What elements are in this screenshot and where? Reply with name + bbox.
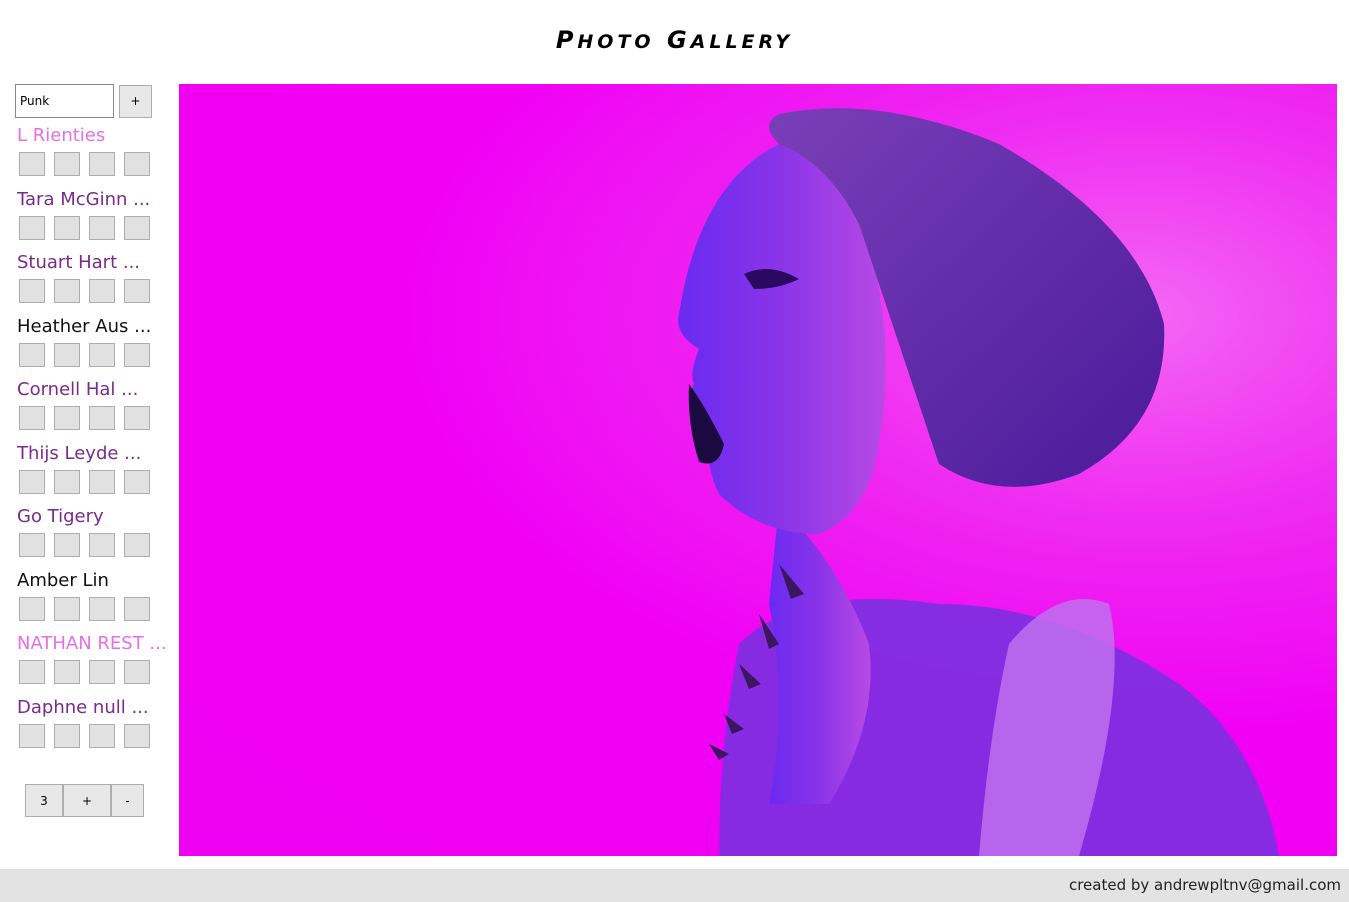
thumbnail-button[interactable] (124, 342, 150, 367)
thumbnail-row (15, 152, 165, 176)
thumbnail-button[interactable] (54, 406, 80, 430)
author-name-link[interactable]: NATHAN REST ... (15, 632, 167, 660)
thumbnail-row (15, 469, 165, 494)
thumbnail-button[interactable] (124, 279, 150, 303)
author-name-link[interactable]: Daphne null ... (15, 696, 165, 724)
author-item: Cornell Hal ... (15, 378, 165, 442)
title-rest-1: HOTO (577, 31, 655, 53)
thumbnail-button[interactable] (89, 406, 115, 430)
author-item: Daphne null ... (15, 696, 165, 760)
thumbnail-button[interactable] (54, 279, 80, 303)
thumbnail-button[interactable] (124, 596, 150, 621)
thumbnail-button[interactable] (19, 469, 45, 494)
sidebar: + L Rienties Tara McGinn ... Stuart Hart .… (15, 84, 167, 760)
thumbnail-button[interactable] (54, 152, 80, 176)
author-name-link[interactable]: Heather Aus ... (15, 315, 165, 343)
author-item: NATHAN REST ... (15, 632, 167, 696)
search-row: + (15, 84, 165, 118)
add-search-button[interactable]: + (119, 84, 152, 118)
author-item: Amber Lin (15, 569, 165, 633)
author-item: Thijs Leyde ... (15, 442, 165, 506)
thumbnail-button[interactable] (124, 152, 150, 176)
thumbnail-button[interactable] (19, 342, 45, 367)
author-name-link[interactable]: Thijs Leyde ... (15, 442, 165, 470)
thumbnail-button[interactable] (19, 215, 45, 240)
author-name-link[interactable]: Amber Lin (15, 569, 165, 597)
author-name-link[interactable]: Stuart Hart ... (15, 251, 165, 279)
thumbnail-button[interactable] (54, 469, 80, 494)
thumbnail-button[interactable] (19, 406, 45, 430)
title-initial-1: P (555, 26, 578, 54)
thumbnail-button[interactable] (89, 660, 115, 684)
thumbnail-button[interactable] (124, 406, 150, 430)
author-item: Go Tigery (15, 505, 165, 569)
thumbnail-button[interactable] (124, 215, 150, 240)
author-name-link[interactable]: Cornell Hal ... (15, 378, 165, 406)
title-initial-2: G (666, 26, 691, 54)
thumbnail-row (15, 723, 165, 748)
search-input[interactable] (15, 84, 114, 118)
author-name-link[interactable]: L Rienties (15, 124, 165, 152)
author-list: L Rienties Tara McGinn ... Stuart Hart ...… (15, 124, 167, 760)
thumbnail-button[interactable] (89, 279, 115, 303)
thumbnail-row (15, 342, 165, 367)
thumbnail-button[interactable] (19, 723, 45, 748)
author-item: L Rienties (15, 124, 165, 188)
thumbnail-button[interactable] (19, 279, 45, 303)
thumbnail-button[interactable] (54, 342, 80, 367)
footer: created by andrewpltnv@gmail.com (0, 869, 1349, 902)
thumbnail-button[interactable] (89, 533, 115, 557)
thumbnail-row (15, 596, 165, 621)
thumbnail-button[interactable] (54, 660, 80, 684)
page-title: PHOTO GALLERY (0, 26, 1349, 54)
page-next-button[interactable]: + (63, 784, 111, 817)
thumbnail-button[interactable] (89, 596, 115, 621)
author-item: Tara McGinn ... (15, 188, 165, 252)
thumbnail-button[interactable] (124, 533, 150, 557)
thumbnail-button[interactable] (19, 533, 45, 557)
thumbnail-row (15, 406, 165, 430)
page-prev-button[interactable]: - (111, 784, 144, 817)
thumbnail-button[interactable] (19, 596, 45, 621)
thumbnail-row (15, 660, 165, 684)
thumbnail-button[interactable] (19, 660, 45, 684)
footer-credit: created by andrewpltnv@gmail.com (1068, 876, 1341, 894)
page-count-button[interactable]: 3 (25, 784, 63, 817)
thumbnail-row (15, 215, 165, 240)
punk-portrait-photo-icon (179, 84, 1337, 856)
thumbnail-button[interactable] (124, 723, 150, 748)
thumbnail-button[interactable] (19, 152, 45, 176)
thumbnail-button[interactable] (124, 660, 150, 684)
author-item: Heather Aus ... (15, 315, 165, 379)
title-rest-2: ALLERY (690, 31, 794, 53)
thumbnail-row (15, 533, 165, 557)
thumbnail-button[interactable] (54, 723, 80, 748)
thumbnail-button[interactable] (54, 533, 80, 557)
thumbnail-button[interactable] (89, 215, 115, 240)
thumbnail-button[interactable] (89, 152, 115, 176)
author-name-link[interactable]: Go Tigery (15, 505, 165, 533)
thumbnail-row (15, 279, 165, 303)
thumbnail-button[interactable] (124, 469, 150, 494)
author-name-link[interactable]: Tara McGinn ... (15, 188, 165, 216)
thumbnail-button[interactable] (54, 596, 80, 621)
thumbnail-button[interactable] (89, 723, 115, 748)
main-photo[interactable] (179, 84, 1337, 856)
thumbnail-button[interactable] (54, 215, 80, 240)
thumbnail-button[interactable] (89, 469, 115, 494)
pager: 3 + - (25, 784, 144, 817)
thumbnail-button[interactable] (89, 342, 115, 367)
author-item: Stuart Hart ... (15, 251, 165, 315)
photo-gallery-page: PHOTO GALLERY + L Rienties Tara McGinn ..… (0, 0, 1349, 902)
